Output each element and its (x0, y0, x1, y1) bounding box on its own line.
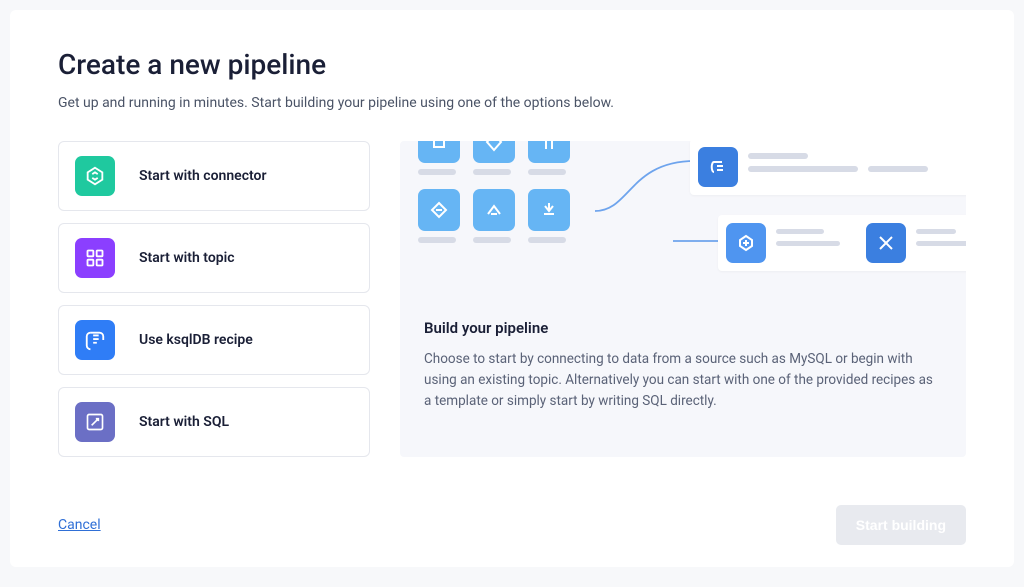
sql-icon (75, 402, 115, 442)
option-start-with-sql[interactable]: Start with SQL (58, 387, 370, 457)
topic-icon (75, 238, 115, 278)
option-start-with-topic[interactable]: Start with topic (58, 223, 370, 293)
pipeline-illustration (400, 141, 966, 303)
preview-description: Choose to start by connecting to data fr… (424, 349, 942, 412)
options-column: Start with connector Start with topic Us… (58, 141, 370, 457)
preview-panel: Build your pipeline Choose to start by c… (400, 141, 966, 457)
connector-icon (75, 156, 115, 196)
option-label: Start with topic (139, 250, 235, 266)
preview-title: Build your pipeline (424, 319, 942, 337)
recipe-icon (75, 320, 115, 360)
start-building-button[interactable]: Start building (836, 505, 966, 545)
option-start-with-connector[interactable]: Start with connector (58, 141, 370, 211)
option-label: Use ksqlDB recipe (139, 332, 253, 348)
option-label: Start with SQL (139, 414, 229, 430)
cancel-link[interactable]: Cancel (58, 517, 101, 533)
page-title: Create a new pipeline (58, 48, 966, 81)
option-label: Start with connector (139, 168, 267, 184)
option-use-ksqldb-recipe[interactable]: Use ksqlDB recipe (58, 305, 370, 375)
page-subtitle: Get up and running in minutes. Start bui… (58, 95, 966, 111)
